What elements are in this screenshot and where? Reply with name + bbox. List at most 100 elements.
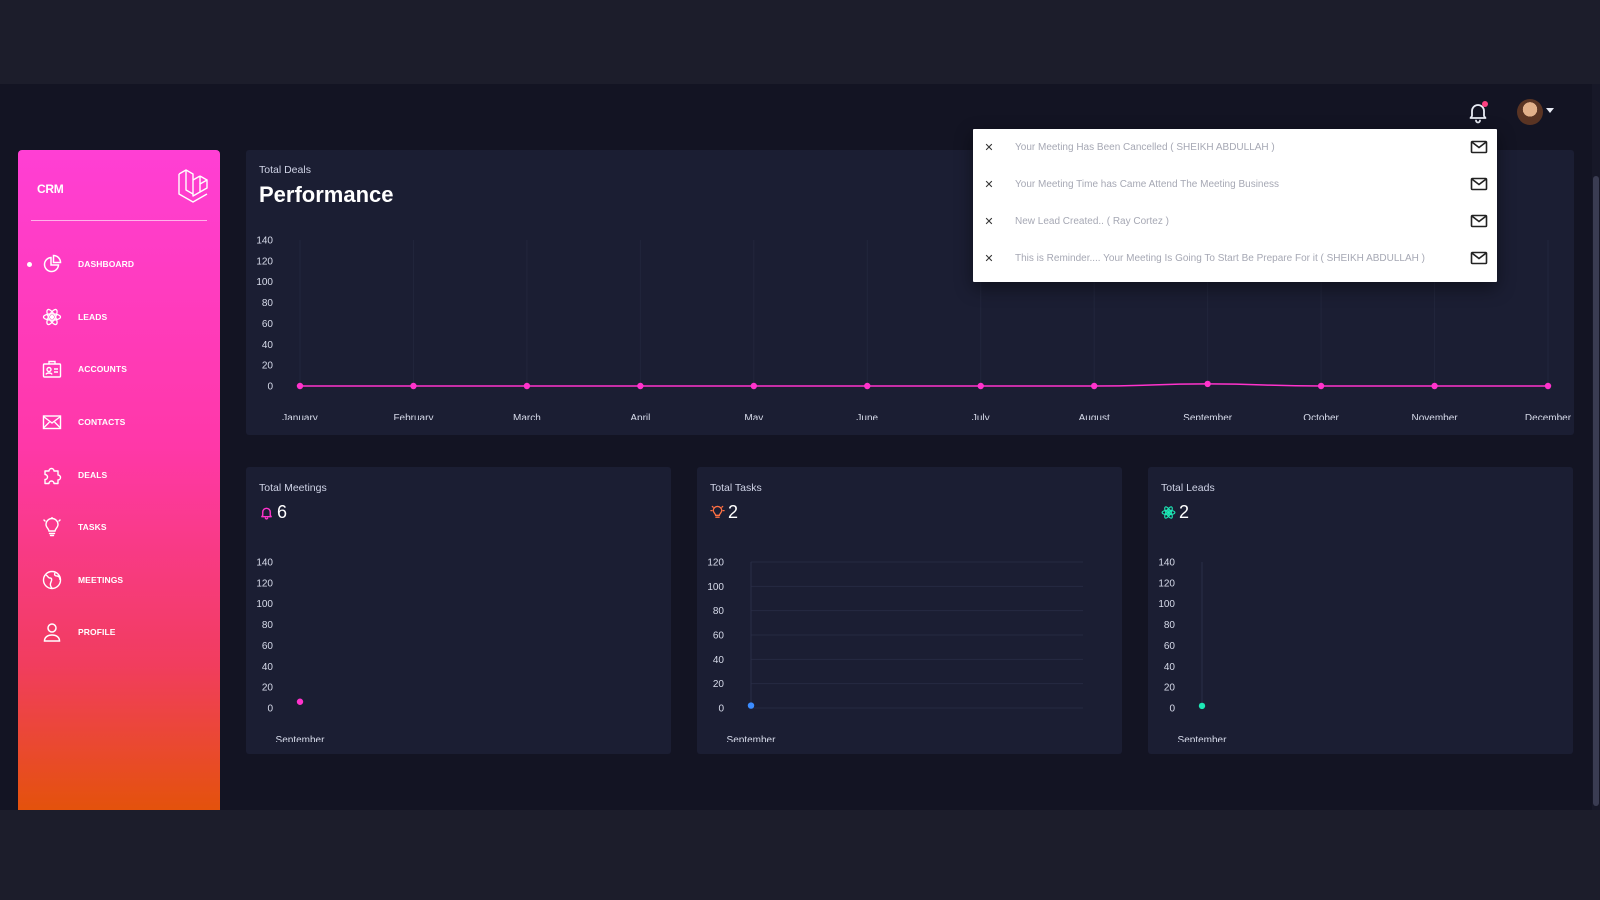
data-point [637,382,644,390]
y-tick-label: 20 [262,683,274,694]
sidebar-item-leads[interactable]: LEADS [18,291,220,344]
y-tick-label: 80 [262,620,274,631]
leads-count: 2 [1179,502,1190,522]
id-card-icon [42,359,62,379]
y-tick-label: 20 [713,679,725,690]
x-tick-label: March [513,413,541,420]
x-tick-label: September [727,735,777,742]
x-tick-label: January [282,413,318,420]
y-tick-label: 40 [1164,662,1176,673]
data-point [747,702,755,709]
data-point [977,382,984,390]
y-tick-label: 0 [1169,704,1175,715]
envelope-icon[interactable] [1470,175,1488,193]
envelope-icon[interactable] [1470,212,1488,230]
notification-item[interactable]: ✕ This is Reminder.... Your Meeting Is G… [973,240,1497,277]
puzzle-icon [42,465,62,485]
series-line [300,383,1548,387]
lightbulb-icon [42,517,62,537]
mail-icon [42,412,62,432]
x-tick-label: February [393,413,433,420]
sidebar-item-meetings[interactable]: MEETINGS [18,554,220,607]
sidebar-item-label: LEADS [78,311,108,322]
close-icon[interactable]: ✕ [983,216,995,228]
y-tick-label: 80 [262,298,274,309]
atom-icon [42,307,62,327]
y-tick-label: 0 [718,704,724,715]
data-point [1198,702,1206,710]
notification-item[interactable]: ✕ Your Meeting Has Been Cancelled ( SHEI… [973,129,1497,166]
app-logo-icon [176,166,210,206]
y-tick-label: 140 [256,558,273,569]
page-scrollbar[interactable] [1592,84,1600,810]
sidebar-item-deals[interactable]: DEALS [18,448,220,501]
unread-dot [1482,101,1488,107]
y-tick-label: 0 [267,382,273,393]
meetings-count: 6 [277,502,288,522]
y-tick-label: 120 [707,558,724,569]
y-tick-label: 120 [1158,578,1175,589]
y-tick-label: 120 [256,578,273,589]
data-point [750,382,758,390]
sidebar-item-label: DASHBOARD [78,259,135,270]
sidebar-item-dashboard[interactable]: DASHBOARD [18,238,220,291]
meetings-stat: 6 [259,502,287,523]
close-icon[interactable]: ✕ [983,253,995,265]
sidebar-item-contacts[interactable]: CONTACTS [18,396,220,449]
data-point [523,382,531,390]
y-tick-label: 140 [256,236,273,247]
y-tick-label: 60 [713,631,725,642]
brand-divider [31,220,207,221]
x-tick-label: October [1303,413,1339,420]
sidebar-item-tasks[interactable]: TASKS [18,501,220,554]
active-indicator [27,262,32,267]
sidebar-item-label: TASKS [78,522,107,533]
globe-icon [42,570,62,590]
total-leads-card: Total Leads 2 0 20 40 60 80 100 120 140 Septembe… [1148,467,1573,754]
card-label: Total Leads [1161,482,1215,494]
data-point [410,382,417,390]
sidebar: CRM DASHBOARD LEADS ACCOUNTS CONTACTS DE… [18,150,220,810]
x-tick-label: December [1525,413,1572,420]
y-tick-label: 80 [713,606,725,617]
close-icon[interactable]: ✕ [983,179,995,191]
notification-bell-icon[interactable] [1466,100,1490,124]
envelope-icon[interactable] [1470,138,1488,156]
y-tick-label: 60 [1164,641,1176,652]
bottom-border-strip [0,810,1600,900]
y-tick-label: 60 [262,319,274,330]
x-tick-label: September [1183,413,1233,420]
x-tick-label: April [630,413,650,420]
notification-item[interactable]: ✕ New Lead Created.. ( Ray Cortez ) [973,203,1497,240]
scrollbar-thumb[interactable] [1593,176,1599,806]
data-point [864,382,871,390]
x-tick-label: November [1411,413,1458,420]
notification-item[interactable]: ✕ Your Meeting Time has Came Attend The … [973,166,1497,203]
sidebar-item-profile[interactable]: PROFILE [18,606,220,659]
data-point [1090,382,1098,390]
user-avatar[interactable] [1517,99,1543,125]
chevron-down-icon[interactable] [1546,108,1554,113]
sidebar-item-label: DEALS [78,469,108,480]
close-icon[interactable]: ✕ [983,142,995,154]
y-tick-label: 20 [1164,683,1176,694]
card-label: Total Meetings [259,482,327,494]
tasks-chart: 0 20 40 60 80 100 120 September [707,558,1083,742]
y-tick-label: 40 [713,655,725,666]
sidebar-item-accounts[interactable]: ACCOUNTS [18,343,220,396]
data-point [1431,382,1438,390]
y-tick-label: 100 [707,582,724,593]
notifications-dropdown: ✕ Your Meeting Has Been Cancelled ( SHEI… [973,129,1497,282]
y-tick-label: 20 [262,361,274,372]
y-tick-label: 100 [256,599,273,610]
atom-icon [1161,506,1176,519]
y-tick-label: 120 [256,256,273,267]
data-point [1544,382,1552,390]
sidebar-item-label: CONTACTS [78,417,126,428]
envelope-icon[interactable] [1470,249,1488,267]
data-point [296,698,304,705]
total-meetings-card: Total Meetings 6 0 20 40 60 80 100 120 140 Septe… [246,467,671,754]
sidebar-item-label: MEETINGS [78,574,124,585]
x-tick-label: May [744,413,763,420]
sidebar-nav: DASHBOARD LEADS ACCOUNTS CONTACTS DEALS … [18,238,220,659]
